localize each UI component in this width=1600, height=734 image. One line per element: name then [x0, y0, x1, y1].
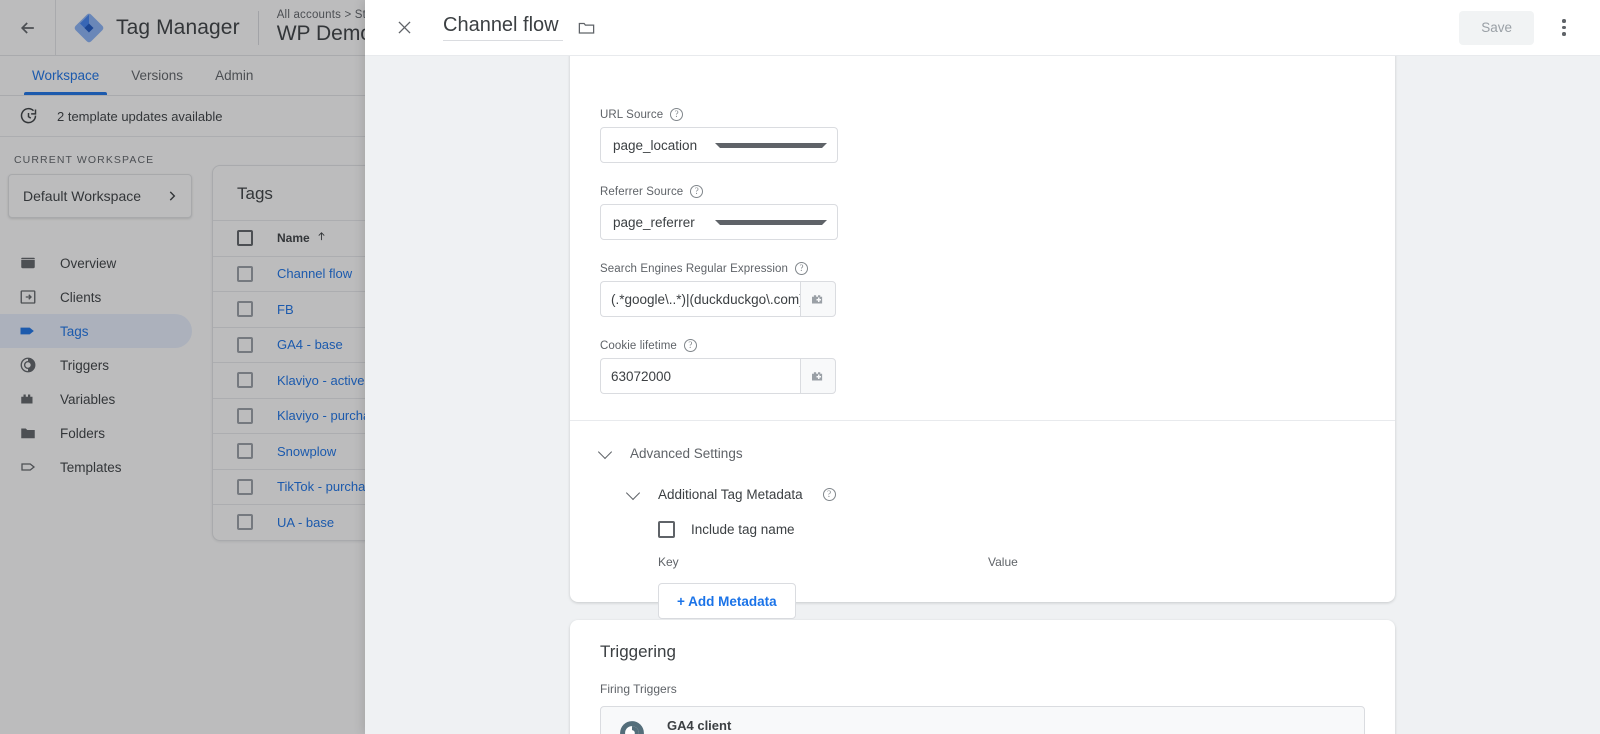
- chevron-down-icon: [597, 444, 613, 459]
- metadata-key-header: Key: [658, 555, 679, 569]
- chevron-down-icon: [625, 485, 641, 500]
- field-referrer-source-label: Referrer Source ?: [600, 185, 1365, 198]
- firing-trigger-item[interactable]: GA4 client Custom: [600, 706, 1365, 734]
- cookie-lifetime-input[interactable]: 63072000: [600, 358, 800, 394]
- url-source-select[interactable]: page_location: [600, 127, 838, 163]
- referrer-source-select[interactable]: page_referrer: [600, 204, 838, 240]
- field-referrer-source: Referrer Source ? page_referrer: [600, 185, 1365, 240]
- additional-tag-metadata-label: Additional Tag Metadata: [658, 487, 803, 502]
- tag-name-input[interactable]: Channel flow: [443, 14, 563, 41]
- metadata-column-headers: Key Value: [658, 555, 1365, 569]
- help-circle-icon[interactable]: ?: [683, 339, 697, 352]
- additional-tag-metadata-section: Additional Tag Metadata ? Include tag na…: [625, 485, 1365, 619]
- help-circle-icon[interactable]: ?: [822, 488, 836, 501]
- save-button[interactable]: Save: [1459, 10, 1534, 45]
- trigger-circle-icon: [619, 720, 645, 734]
- chevron-down-icon: [715, 142, 827, 148]
- add-metadata-button[interactable]: + Add Metadata: [658, 583, 796, 619]
- field-search-engines-regex-label: Search Engines Regular Expression ?: [600, 262, 1365, 275]
- search-engines-regex-row: (.*google\..*)|(duckduckgo\.com): [600, 281, 1365, 317]
- folder-icon[interactable]: [577, 18, 596, 37]
- tag-editor-body[interactable]: URL Source ? page_location Referrer Sour…: [365, 56, 1600, 734]
- field-referrer-source-label-text: Referrer Source: [600, 185, 684, 198]
- referrer-source-value: page_referrer: [613, 214, 695, 230]
- include-tag-name-label: Include tag name: [691, 522, 795, 537]
- help-circle-icon[interactable]: ?: [795, 262, 809, 275]
- advanced-settings-label: Advanced Settings: [630, 446, 743, 461]
- help-circle-icon[interactable]: ?: [690, 185, 704, 198]
- firing-trigger-name: GA4 client: [667, 717, 732, 733]
- tag-editor-panel: Channel flow Save URL Source ? page_loca…: [365, 0, 1600, 734]
- close-icon[interactable]: [387, 11, 421, 45]
- search-engines-regex-input[interactable]: (.*google\..*)|(duckduckgo\.com): [600, 281, 800, 317]
- triggering-heading: Triggering: [600, 642, 676, 661]
- more-vert-icon[interactable]: [1544, 8, 1584, 48]
- field-url-source-label-text: URL Source: [600, 108, 664, 121]
- field-cookie-lifetime-label: Cookie lifetime ?: [600, 339, 1365, 352]
- field-search-engines-regex: Search Engines Regular Expression ? (.*g…: [600, 262, 1365, 317]
- tag-title-group: Channel flow: [443, 14, 596, 41]
- field-url-source-label: URL Source ?: [600, 108, 1365, 121]
- additional-tag-metadata-toggle[interactable]: Additional Tag Metadata ?: [625, 485, 1365, 502]
- cookie-lifetime-row: 63072000: [600, 358, 1365, 394]
- include-tag-name-checkbox[interactable]: [658, 521, 675, 538]
- field-cookie-lifetime-label-text: Cookie lifetime: [600, 339, 677, 352]
- metadata-value-header: Value: [988, 555, 1018, 569]
- insert-variable-icon[interactable]: [800, 358, 836, 394]
- firing-triggers-label: Firing Triggers: [600, 682, 677, 696]
- chevron-down-icon: [715, 219, 827, 225]
- url-source-value: page_location: [613, 137, 698, 153]
- insert-variable-icon[interactable]: [800, 281, 836, 317]
- advanced-settings-toggle[interactable]: Advanced Settings: [597, 444, 1365, 461]
- tag-editor-header: Channel flow Save: [365, 0, 1600, 56]
- triggering-card: Triggering Firing Triggers GA4 client: [570, 620, 1395, 734]
- tag-configuration-card: URL Source ? page_location Referrer Sour…: [570, 56, 1395, 619]
- field-cookie-lifetime: Cookie lifetime ? 63072000: [600, 339, 1365, 394]
- include-tag-name-row[interactable]: Include tag name: [658, 521, 1365, 538]
- field-search-engines-regex-label-text: Search Engines Regular Expression: [600, 262, 789, 275]
- help-circle-icon[interactable]: ?: [670, 108, 684, 121]
- field-url-source: URL Source ? page_location: [600, 108, 1365, 163]
